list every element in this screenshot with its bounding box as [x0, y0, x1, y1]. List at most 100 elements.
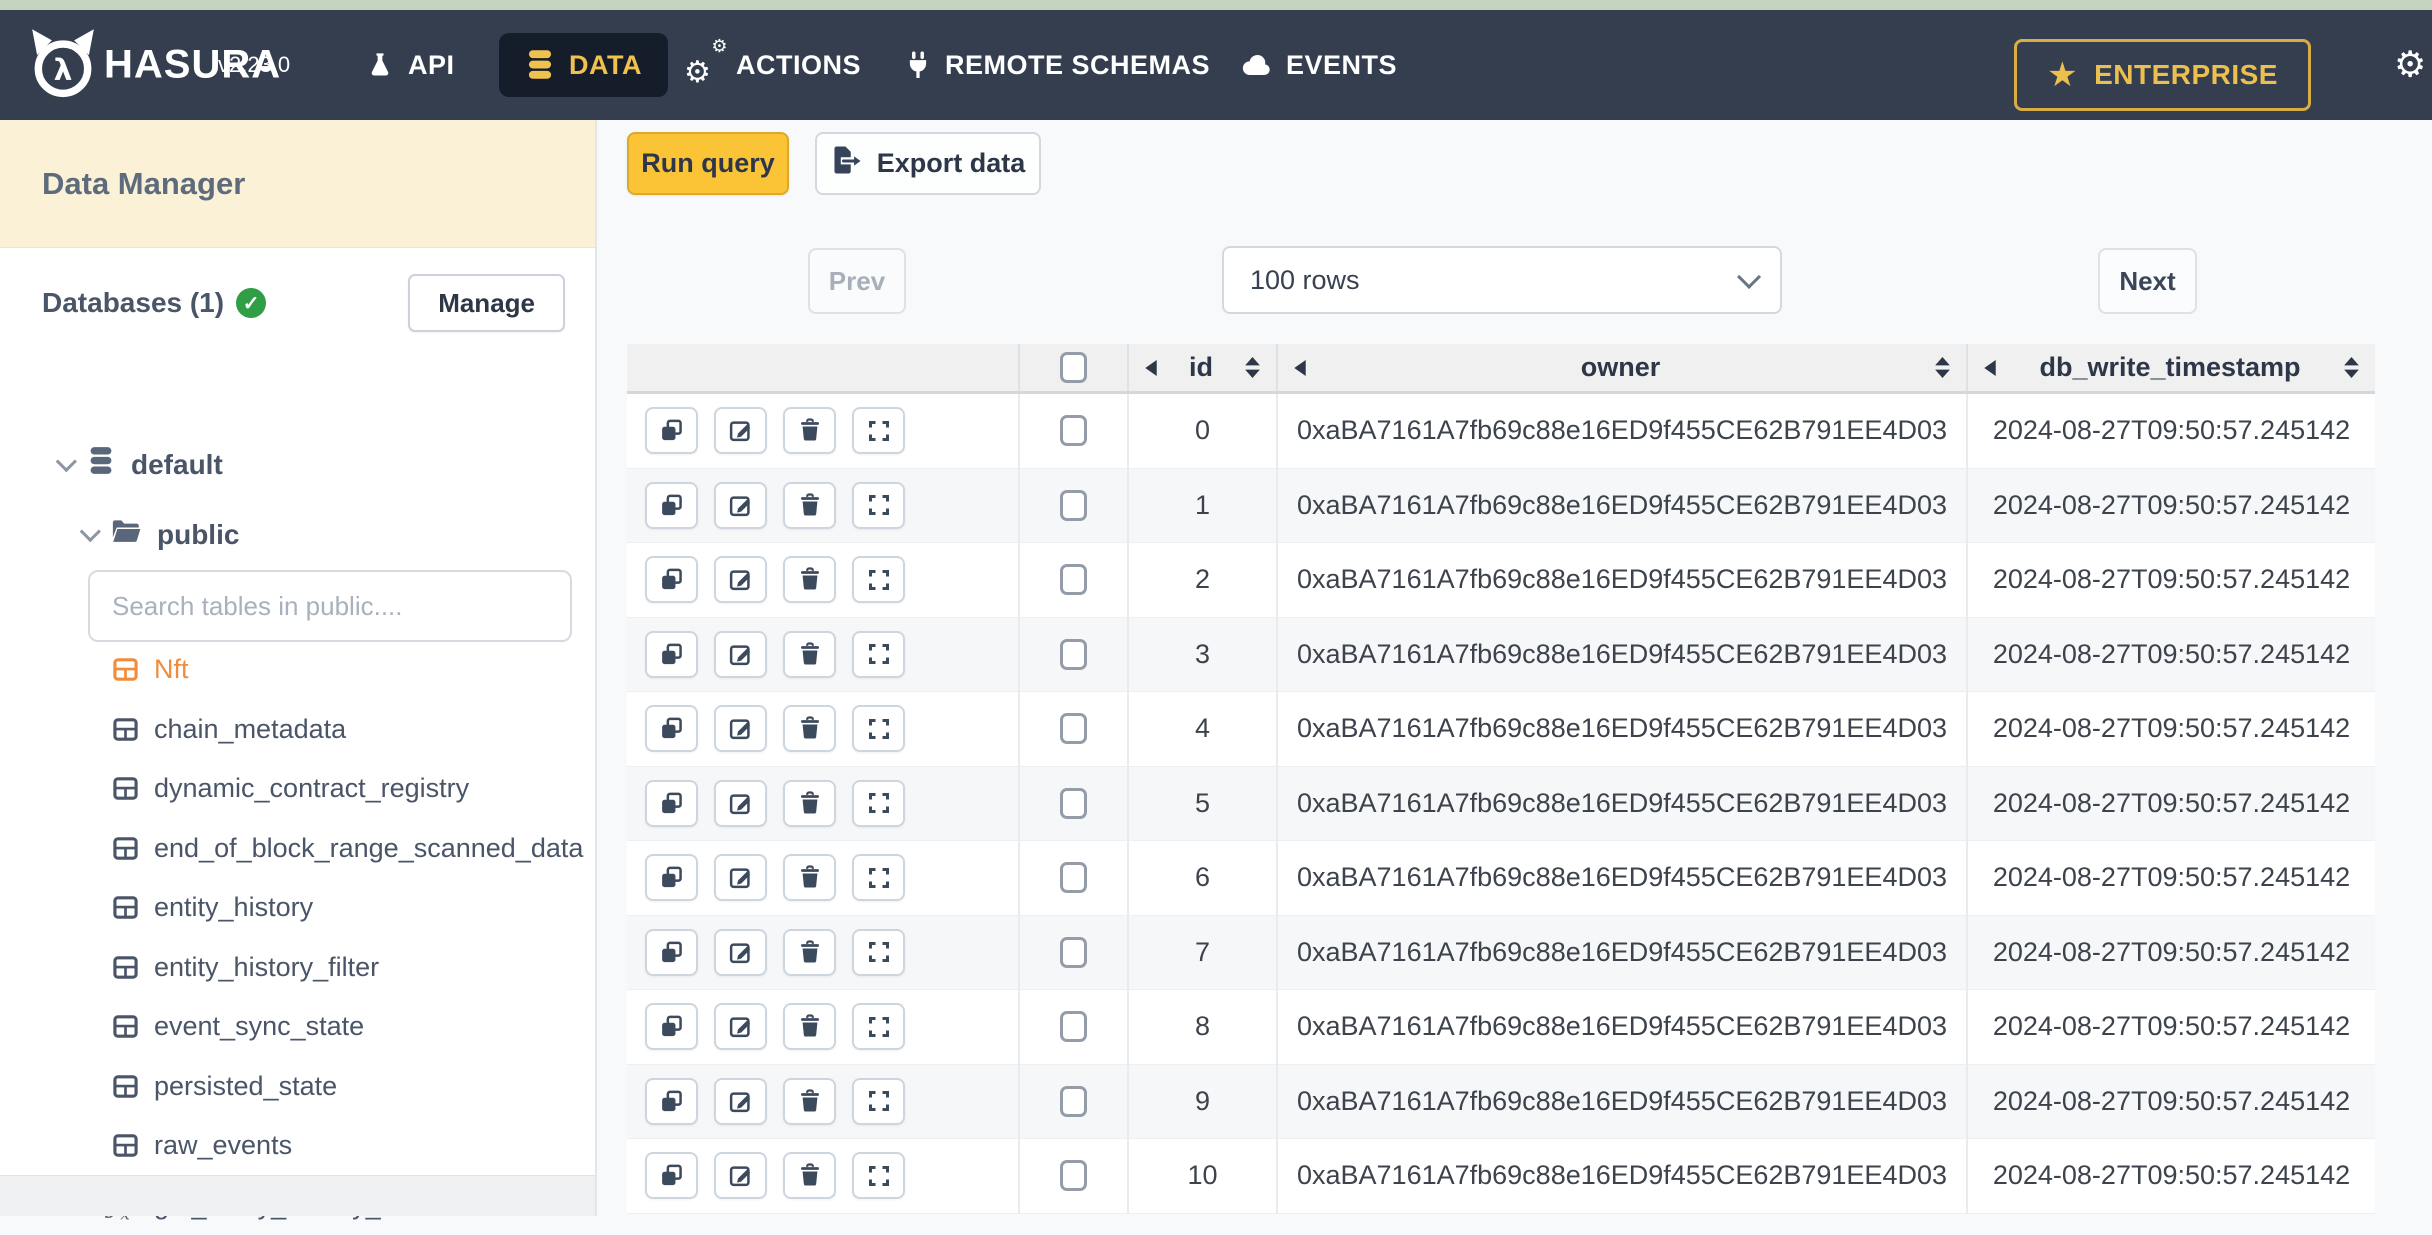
clone-row-button[interactable] [645, 854, 698, 901]
cell-timestamp: 2024-08-27T09:50:57.245142 [1968, 990, 2375, 1065]
tree-node-database[interactable]: default [56, 446, 223, 483]
expand-row-button[interactable] [852, 1078, 905, 1125]
nav-item-actions[interactable]: ⚙⚙ ACTIONS [688, 10, 861, 120]
sidebar-table-item[interactable]: ƒx end_of_block_range_scanned_data [0, 819, 595, 879]
sidebar-table-item[interactable]: ƒx dynamic_contract_registry [0, 759, 595, 819]
cell-owner: 0xaBA7161A7fb69c88e16ED9f455CE62B791EE4D… [1278, 1065, 1968, 1140]
column-label: owner [1581, 352, 1661, 383]
delete-row-button[interactable] [783, 780, 836, 827]
row-checkbox[interactable] [1060, 1011, 1087, 1042]
chevron-down-icon[interactable] [56, 451, 77, 472]
run-query-button[interactable]: Run query [627, 132, 789, 195]
edit-row-button[interactable] [714, 482, 767, 529]
sidebar-table-item[interactable]: ƒx persisted_state [0, 1057, 595, 1117]
edit-row-button[interactable] [714, 407, 767, 454]
collapse-column-icon[interactable] [1984, 360, 1996, 376]
edit-row-button[interactable] [714, 1078, 767, 1125]
clone-row-button[interactable] [645, 482, 698, 529]
delete-row-button[interactable] [783, 1003, 836, 1050]
delete-row-button[interactable] [783, 482, 836, 529]
edit-row-button[interactable] [714, 631, 767, 678]
clone-row-button[interactable] [645, 705, 698, 752]
edit-row-button[interactable] [714, 705, 767, 752]
delete-row-button[interactable] [783, 556, 836, 603]
collapse-column-icon[interactable] [1145, 360, 1157, 376]
nav-item-data[interactable]: DATA [499, 33, 668, 97]
row-checkbox[interactable] [1060, 862, 1087, 893]
expand-row-button[interactable] [852, 482, 905, 529]
expand-row-button[interactable] [852, 556, 905, 603]
sidebar-scrollbar[interactable] [0, 1175, 595, 1216]
row-checkbox[interactable] [1060, 1086, 1087, 1117]
expand-row-button[interactable] [852, 929, 905, 976]
header-owner[interactable]: owner [1278, 344, 1968, 391]
sidebar-table-item[interactable]: ƒx raw_events [0, 1116, 595, 1176]
row-checkbox[interactable] [1060, 415, 1087, 446]
sort-icon[interactable] [1935, 357, 1950, 378]
sidebar-table-item[interactable]: ƒx chain_metadata [0, 700, 595, 760]
expand-row-button[interactable] [852, 1003, 905, 1050]
manage-button[interactable]: Manage [408, 274, 565, 332]
row-checkbox[interactable] [1060, 564, 1087, 595]
expand-row-button[interactable] [852, 631, 905, 678]
delete-row-button[interactable] [783, 705, 836, 752]
clone-row-button[interactable] [645, 929, 698, 976]
delete-row-button[interactable] [783, 854, 836, 901]
expand-row-button[interactable] [852, 407, 905, 454]
edit-row-button[interactable] [714, 929, 767, 976]
edit-row-button[interactable] [714, 556, 767, 603]
edit-row-button[interactable] [714, 780, 767, 827]
prev-page-button[interactable]: Prev [808, 248, 906, 314]
sidebar-table-item[interactable]: ƒx event_sync_state [0, 997, 595, 1057]
delete-row-button[interactable] [783, 1152, 836, 1199]
expand-row-button[interactable] [852, 705, 905, 752]
delete-row-button[interactable] [783, 631, 836, 678]
export-data-button[interactable]: Export data [815, 132, 1041, 195]
sidebar-table-item[interactable]: ƒx Nft [0, 640, 595, 700]
clone-row-button[interactable] [645, 780, 698, 827]
edit-row-button[interactable] [714, 854, 767, 901]
clone-row-button[interactable] [645, 556, 698, 603]
delete-row-button[interactable] [783, 929, 836, 976]
expand-row-button[interactable] [852, 1152, 905, 1199]
page-size-select[interactable]: 100 rows [1222, 246, 1782, 314]
delete-row-button[interactable] [783, 1078, 836, 1125]
row-checkbox[interactable] [1060, 937, 1087, 968]
row-checkbox[interactable] [1060, 639, 1087, 670]
edit-row-button[interactable] [714, 1152, 767, 1199]
edit-row-button[interactable] [714, 1003, 767, 1050]
tree-node-schema[interactable]: public [80, 518, 239, 551]
clone-row-button[interactable] [645, 1078, 698, 1125]
header-db-write-timestamp[interactable]: db_write_timestamp [1968, 344, 2375, 391]
clone-row-button[interactable] [645, 407, 698, 454]
expand-row-button[interactable] [852, 780, 905, 827]
header-id[interactable]: id [1129, 344, 1278, 391]
expand-row-button[interactable] [852, 854, 905, 901]
settings-gear-icon[interactable]: ⚙ [2394, 45, 2432, 86]
clone-row-button[interactable] [645, 1152, 698, 1199]
clone-row-button[interactable] [645, 631, 698, 678]
row-checkbox[interactable] [1060, 490, 1087, 521]
select-all-checkbox[interactable] [1060, 352, 1087, 383]
sort-icon[interactable] [2344, 357, 2359, 378]
sort-icon[interactable] [1245, 357, 1260, 378]
collapse-column-icon[interactable] [1294, 360, 1306, 376]
search-input[interactable] [88, 570, 572, 642]
plug-icon [905, 49, 931, 81]
row-checkbox[interactable] [1060, 713, 1087, 744]
sidebar-item-label: entity_history_filter [154, 952, 379, 983]
next-page-button[interactable]: Next [2098, 248, 2197, 314]
nav-item-events[interactable]: EVENTS [1242, 10, 1397, 120]
run-query-label: Run query [641, 148, 775, 179]
row-checkbox[interactable] [1060, 1160, 1087, 1191]
sidebar-table-item[interactable]: ƒx entity_history [0, 878, 595, 938]
clone-row-button[interactable] [645, 1003, 698, 1050]
chevron-down-icon[interactable] [80, 521, 101, 542]
nav-item-remote-schemas[interactable]: REMOTE SCHEMAS [905, 10, 1210, 120]
sidebar-table-item[interactable]: ƒx entity_history_filter [0, 938, 595, 998]
hasura-logo-icon[interactable]: λ [26, 28, 100, 102]
delete-row-button[interactable] [783, 407, 836, 454]
row-checkbox[interactable] [1060, 788, 1087, 819]
nav-item-api[interactable]: API [366, 10, 455, 120]
enterprise-button[interactable]: ★ ENTERPRISE [2014, 39, 2311, 111]
